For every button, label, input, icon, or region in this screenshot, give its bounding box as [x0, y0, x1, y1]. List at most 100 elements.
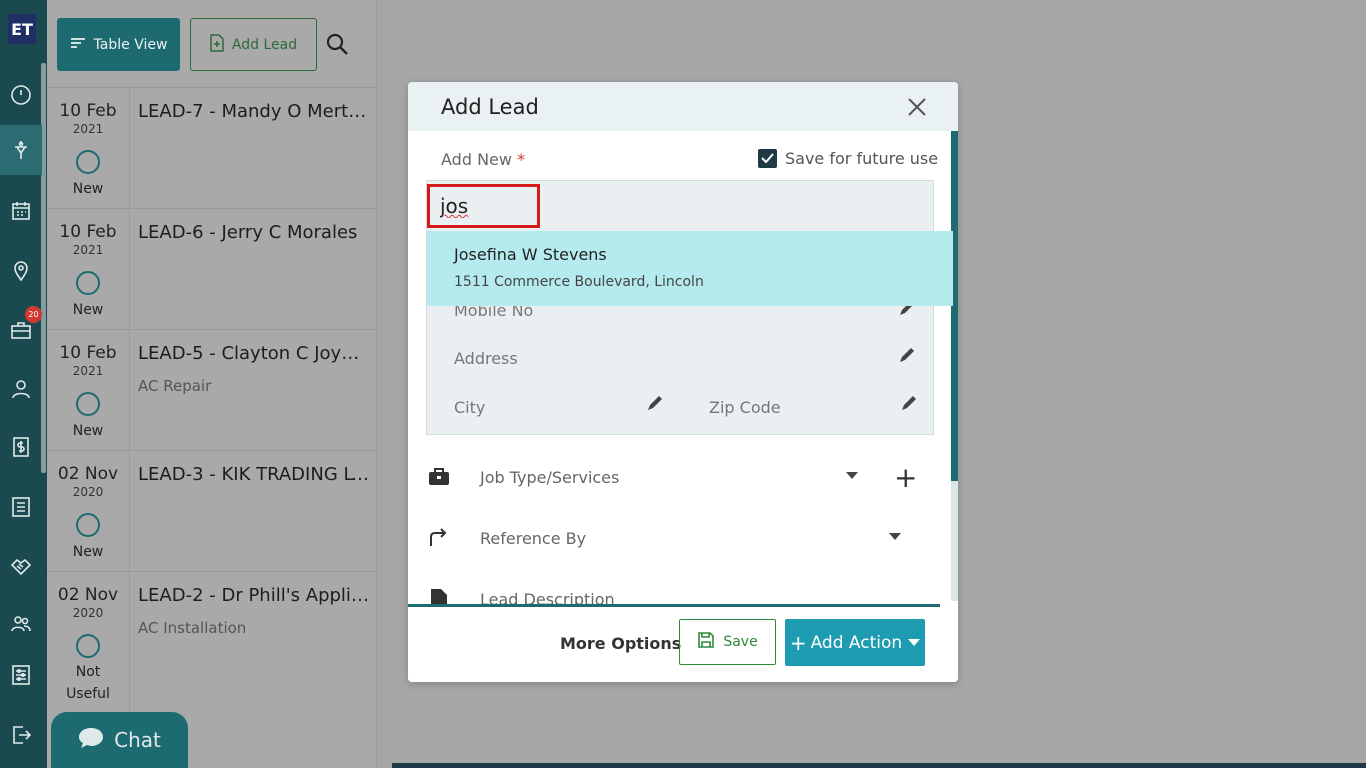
suggestion-address: 1511 Commerce Boulevard, Lincoln	[454, 274, 704, 290]
modal-header: Add Lead	[408, 82, 958, 131]
lead-list-item[interactable]: 10 Feb 2021 New LEAD-7 - Mandy O Mertens	[47, 87, 377, 208]
lead-day: 10 Feb	[59, 222, 117, 242]
modal-title: Add Lead	[441, 95, 539, 119]
logout-icon[interactable]	[0, 710, 42, 760]
add-lead-button[interactable]: Add Lead	[190, 18, 317, 71]
app-logo[interactable]: ET	[8, 14, 36, 44]
edit-pencil-icon[interactable]	[900, 394, 918, 412]
lead-year: 2020	[72, 606, 104, 620]
icon-rail: ET 20	[0, 0, 47, 768]
list-toolbar: Table View Add Lead	[47, 0, 376, 86]
modal-scrollbar-thumb[interactable]	[951, 131, 958, 481]
save-button[interactable]: Save	[679, 619, 776, 665]
search-icon[interactable]	[325, 32, 351, 58]
more-options-link[interactable]: More Options	[560, 634, 681, 653]
edit-pencil-icon[interactable]	[898, 346, 916, 364]
save-future-label: Save for future use	[785, 149, 939, 168]
lead-list-item[interactable]: 10 Feb 2021 New LEAD-5 - Clayton C Joyne…	[47, 329, 377, 450]
caret-down-icon	[908, 639, 921, 646]
lead-date-column: 02 Nov 2020 New	[47, 451, 130, 571]
team-icon[interactable]	[0, 599, 42, 649]
lead-status: New	[72, 181, 104, 197]
lead-year: 2021	[72, 364, 104, 378]
lead-day: 10 Feb	[59, 343, 117, 363]
lead-status: New	[72, 423, 104, 439]
notification-badge: 20	[25, 306, 42, 323]
chat-button[interactable]: Chat	[51, 712, 188, 768]
lead-date-column: 10 Feb 2021 New	[47, 330, 130, 450]
lead-title[interactable]: LEAD-5 - Clayton C Joyner	[138, 343, 370, 364]
leads-funnel-icon[interactable]	[0, 125, 42, 175]
save-future-checkbox[interactable]: Save for future use	[758, 149, 938, 168]
lead-list-item[interactable]: 02 Nov 2020 Not Useful LEAD-2 - Dr Phill…	[47, 571, 377, 716]
modal-scrollbar-track[interactable]	[951, 481, 958, 601]
add-action-button[interactable]: + Add Action	[785, 619, 925, 666]
reference-by-label[interactable]: Reference By	[480, 529, 586, 548]
lead-day: 10 Feb	[59, 101, 117, 121]
lead-day: 02 Nov	[57, 464, 119, 484]
job-type-dropdown-icon[interactable]	[846, 472, 858, 479]
lead-title[interactable]: LEAD-3 - KIK TRADING LTD	[138, 464, 370, 485]
list-icon[interactable]	[0, 482, 42, 532]
lead-title[interactable]: LEAD-7 - Mandy O Mertens	[138, 101, 370, 122]
save-label: Save	[723, 634, 758, 650]
search-highlight-box	[427, 184, 540, 228]
edit-pencil-icon[interactable]	[646, 394, 664, 412]
zip-field-label[interactable]: Zip Code	[709, 398, 781, 417]
lead-status: Not Useful	[47, 661, 129, 705]
modal-footer: More Options Save + Add Action	[408, 607, 958, 682]
add-new-text: Add New	[441, 150, 512, 169]
add-lead-modal: Add Lead Add New * Save for future use M…	[408, 82, 958, 682]
redirect-arrow-icon	[427, 525, 451, 549]
map-pin-icon[interactable]	[0, 246, 42, 296]
add-action-label: Add Action	[810, 632, 903, 653]
user-icon[interactable]	[0, 364, 42, 414]
lead-service: AC Repair	[138, 377, 212, 395]
checkmark-icon[interactable]	[758, 149, 777, 168]
lead-title[interactable]: LEAD-2 - Dr Phill's Applia...	[138, 585, 370, 606]
required-mark: *	[517, 150, 526, 169]
lead-date-column: 10 Feb 2021 New	[47, 209, 130, 329]
address-field-label[interactable]: Address	[454, 349, 518, 368]
lead-date-column: 02 Nov 2020 Not Useful	[47, 572, 130, 716]
status-circle-icon	[76, 392, 100, 416]
lead-list-item[interactable]: 02 Nov 2020 New LEAD-3 - KIK TRADING LTD	[47, 450, 377, 571]
lead-day: 02 Nov	[57, 585, 119, 605]
suggestion-name: Josefina W Stevens	[454, 245, 607, 264]
close-icon[interactable]	[906, 96, 928, 118]
status-circle-icon	[76, 271, 100, 295]
bottom-strip	[392, 763, 1366, 768]
calendar-icon[interactable]	[0, 186, 42, 236]
sort-lines-icon	[70, 37, 86, 53]
dashboard-icon[interactable]	[0, 70, 42, 120]
lead-service: AC Installation	[138, 619, 247, 637]
status-circle-icon	[76, 513, 100, 537]
status-circle-icon	[76, 150, 100, 174]
lead-list-panel: Table View Add Lead 10 Feb 2021 New LEAD…	[47, 0, 377, 768]
lead-title[interactable]: LEAD-6 - Jerry C Morales	[138, 222, 370, 243]
lead-status: New	[72, 302, 104, 318]
city-field-label[interactable]: City	[454, 398, 485, 417]
briefcase-icon	[427, 464, 451, 488]
table-view-button[interactable]: Table View	[57, 18, 180, 71]
dollar-icon[interactable]	[0, 422, 42, 472]
table-view-label: Table View	[93, 36, 168, 53]
lead-status-line: Not	[75, 664, 101, 680]
autocomplete-suggestion[interactable]: Josefina W Stevens 1511 Commerce Bouleva…	[427, 231, 953, 306]
lead-status-line: Useful	[66, 686, 110, 702]
lead-status: New	[72, 544, 104, 560]
add-file-icon	[210, 33, 224, 56]
handshake-icon[interactable]	[0, 541, 42, 591]
reference-dropdown-icon[interactable]	[889, 533, 901, 540]
add-job-type-icon[interactable]: +	[894, 464, 917, 492]
lead-list-item[interactable]: 10 Feb 2021 New LEAD-6 - Jerry C Morales	[47, 208, 377, 329]
settings-sliders-icon[interactable]	[0, 650, 42, 700]
chat-label: Chat	[114, 728, 161, 752]
lead-year: 2021	[72, 122, 104, 136]
status-circle-icon	[76, 634, 100, 658]
add-lead-label: Add Lead	[231, 36, 298, 53]
chat-bubble-icon	[78, 726, 104, 755]
lead-year: 2020	[72, 485, 104, 499]
job-type-label[interactable]: Job Type/Services	[480, 468, 619, 487]
save-disk-icon	[697, 631, 715, 653]
